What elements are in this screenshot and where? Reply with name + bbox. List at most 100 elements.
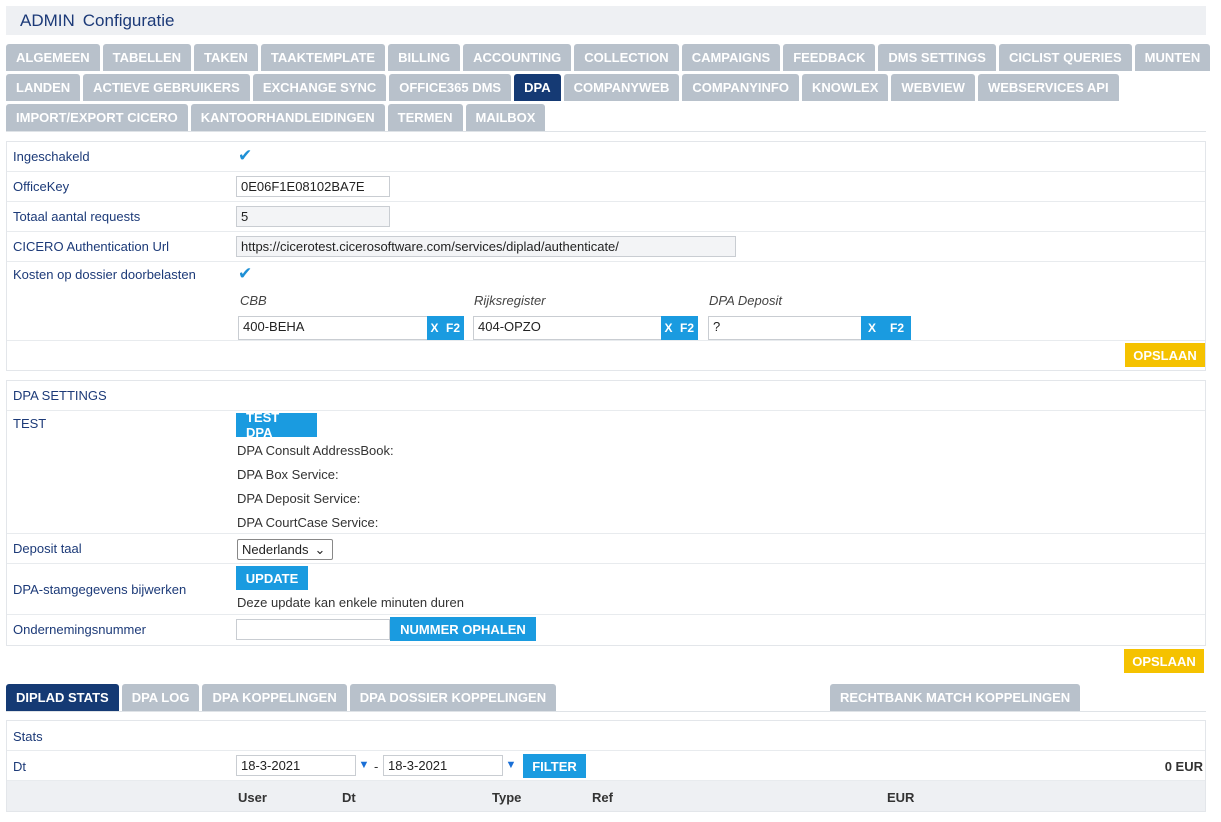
tab-billing[interactable]: BILLING xyxy=(388,44,461,71)
admin-label: ADMIN xyxy=(20,10,75,30)
stamgegevens-label: DPA-stamgegevens bijwerken xyxy=(13,582,187,597)
cbb-input[interactable]: 400-BEHA xyxy=(238,316,428,340)
tab-termen[interactable]: TERMEN xyxy=(387,104,463,131)
tab-dms-settings[interactable]: DMS SETTINGS xyxy=(878,44,996,71)
dpa-settings-header: DPA SETTINGS xyxy=(7,381,1205,411)
update-button[interactable]: UPDATE xyxy=(236,566,308,590)
tab-row-3: IMPORT/EXPORT CICERO KANTOORHANDLEIDINGEN… xyxy=(6,104,546,131)
save-dpa-button[interactable]: OPSLAAN xyxy=(1124,649,1204,673)
service-box: DPA Box Service: xyxy=(237,467,339,482)
tab-knowlex[interactable]: KNOWLEX xyxy=(801,74,889,101)
tab-collection[interactable]: COLLECTION xyxy=(574,44,679,71)
page-title: Configuratie xyxy=(82,10,175,30)
deposit-f2-button[interactable]: F2 xyxy=(883,316,911,340)
tab-munten[interactable]: MUNTEN xyxy=(1134,44,1211,71)
tab-divider xyxy=(6,131,1206,132)
tab-webservices-api[interactable]: WEBSERVICES API xyxy=(977,74,1119,101)
row-requests: Totaal aantal requests 5 xyxy=(7,202,1205,232)
date-to-dropdown-icon[interactable]: ▼ xyxy=(503,755,519,775)
page-title-bar: ADMIN Configuratie xyxy=(6,6,1206,35)
deposit-label: DPA Deposit xyxy=(709,293,782,308)
ondernemingsnummer-label: Ondernemingsnummer xyxy=(13,622,146,637)
deposit-input[interactable]: ? xyxy=(708,316,862,340)
stats-table-header: User Dt Type Ref EUR xyxy=(7,781,1205,811)
service-addressbook: DPA Consult AddressBook: xyxy=(237,443,394,458)
ingeschakeld-label: Ingeschakeld xyxy=(13,149,90,164)
tab-exchange-sync[interactable]: EXCHANGE SYNC xyxy=(252,74,387,101)
filter-button[interactable]: FILTER xyxy=(523,754,586,778)
tab-companyinfo[interactable]: COMPANYINFO xyxy=(682,74,799,101)
rijksregister-f2-button[interactable]: F2 xyxy=(676,316,698,340)
stats-panel: Stats Dt 18-3-2021 ▼ - 18-3-2021 ▼ FILTE… xyxy=(6,720,1206,812)
tab-tabellen[interactable]: TABELLEN xyxy=(102,44,192,71)
stats-total: 0 EUR xyxy=(1164,759,1203,774)
cbb-clear-button[interactable]: X xyxy=(427,316,442,340)
tab-actieve-gebruikers[interactable]: ACTIEVE GEBRUIKERS xyxy=(83,74,250,101)
tab-dpa[interactable]: DPA xyxy=(514,74,561,101)
rijksregister-input[interactable]: 404-OPZO xyxy=(473,316,662,340)
ingeschakeld-checkbox[interactable]: ✔ xyxy=(238,147,254,164)
date-to-input[interactable]: 18-3-2021 xyxy=(383,755,503,776)
col-ref: Ref xyxy=(592,790,613,805)
row-ondernemingsnummer: Ondernemingsnummer NUMMER OPHALEN xyxy=(7,615,1205,645)
col-dt: Dt xyxy=(342,790,356,805)
dpa-settings-title: DPA SETTINGS xyxy=(13,388,107,403)
stats-title: Stats xyxy=(13,729,43,744)
row-deposit-taal: Deposit taal Nederlands ⌄ xyxy=(7,534,1205,564)
tab-webview[interactable]: WEBVIEW xyxy=(891,74,975,101)
tab-dpa-dossier-koppelingen[interactable]: DPA DOSSIER KOPPELINGEN xyxy=(349,684,557,711)
tab-diplad-stats[interactable]: DIPLAD STATS xyxy=(6,684,119,711)
deposit-taal-value: Nederlands xyxy=(242,542,309,557)
rijksregister-clear-button[interactable]: X xyxy=(661,316,676,340)
date-from-dropdown-icon[interactable]: ▼ xyxy=(356,755,372,775)
deposit-taal-label: Deposit taal xyxy=(13,541,82,556)
stats-tab-row: DIPLAD STATS DPA LOG DPA KOPPELINGEN DPA DO… xyxy=(6,684,557,711)
ondernemingsnummer-input[interactable] xyxy=(236,619,390,640)
test-dpa-button[interactable]: TEST DPA xyxy=(236,410,317,440)
row-kosten: Kosten op dossier doorbelasten ✔ CBB Rij… xyxy=(7,262,1205,341)
deposit-taal-select[interactable]: Nederlands ⌄ xyxy=(237,539,333,560)
row-dt-filter: Dt 18-3-2021 ▼ - 18-3-2021 ▼ FILTER 0 EU… xyxy=(7,751,1205,781)
nummer-ophalen-button[interactable]: NUMMER OPHALEN xyxy=(390,617,536,641)
tab-kantoorhandleidingen[interactable]: KANTOORHANDLEIDINGEN xyxy=(190,104,385,131)
tab-dpa-koppelingen[interactable]: DPA KOPPELINGEN xyxy=(202,684,347,711)
tab-ciclist-queries[interactable]: CICLIST QUERIES xyxy=(998,44,1132,71)
tab-office365-dms[interactable]: OFFICE365 DMS xyxy=(389,74,512,101)
tab-landen[interactable]: LANDEN xyxy=(6,74,81,101)
save-config-button[interactable]: OPSLAAN xyxy=(1125,343,1205,367)
tab-algemeen[interactable]: ALGEMEEN xyxy=(6,44,100,71)
service-courtcase: DPA CourtCase Service: xyxy=(237,515,379,530)
tab-rechtbank-match[interactable]: RECHTBANK MATCH KOPPELINGEN xyxy=(830,684,1081,711)
row-ingeschakeld: Ingeschakeld ✔ xyxy=(7,142,1205,172)
tab-mailbox[interactable]: MAILBOX xyxy=(465,104,546,131)
kosten-label: Kosten op dossier doorbelasten xyxy=(13,267,196,282)
row-authurl: CICERO Authentication Url https://cicero… xyxy=(7,232,1205,262)
tab-campaigns[interactable]: CAMPAIGNS xyxy=(681,44,781,71)
row-test: TEST TEST DPA DPA Consult AddressBook: D… xyxy=(7,410,1205,534)
date-separator: - xyxy=(374,759,379,774)
tab-feedback[interactable]: FEEDBACK xyxy=(783,44,876,71)
requests-label: Totaal aantal requests xyxy=(13,209,141,224)
tab-taaktemplate[interactable]: TAAKTEMPLATE xyxy=(260,44,386,71)
officekey-input[interactable]: 0E06F1E08102BA7E xyxy=(236,176,390,197)
kosten-checkbox[interactable]: ✔ xyxy=(238,265,254,282)
tab-companyweb[interactable]: COMPANYWEB xyxy=(563,74,680,101)
col-type: Type xyxy=(492,790,522,805)
dt-label: Dt xyxy=(13,759,26,774)
col-eur: EUR xyxy=(887,790,915,805)
requests-input: 5 xyxy=(236,206,390,227)
authurl-label: CICERO Authentication Url xyxy=(13,239,170,254)
tab-import-export-cicero[interactable]: IMPORT/EXPORT CICERO xyxy=(6,104,188,131)
chevron-down-icon: ⌄ xyxy=(314,541,326,557)
tab-taken[interactable]: TAKEN xyxy=(194,44,258,71)
col-user: User xyxy=(238,790,267,805)
subtab-divider xyxy=(6,711,1206,712)
date-from-input[interactable]: 18-3-2021 xyxy=(236,755,356,776)
cbb-f2-button[interactable]: F2 xyxy=(442,316,464,340)
tab-row-1: ALGEMEEN TABELLEN TAKEN TAAKTEMPLATE BILLING… xyxy=(6,44,1211,71)
tab-dpa-log[interactable]: DPA LOG xyxy=(121,684,200,711)
test-label: TEST xyxy=(13,416,47,431)
tab-accounting[interactable]: ACCOUNTING xyxy=(463,44,572,71)
authurl-input[interactable]: https://cicerotest.cicerosoftware.com/se… xyxy=(236,236,736,257)
deposit-clear-button[interactable]: X xyxy=(861,316,883,340)
